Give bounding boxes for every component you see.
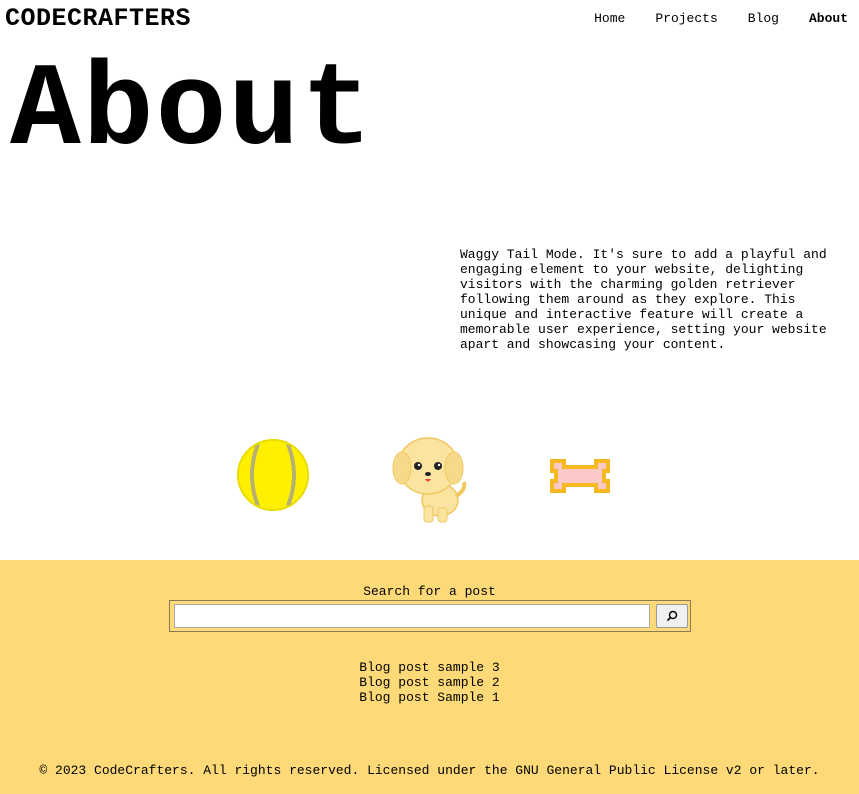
search-icon [666,610,678,622]
golden-retriever-puppy-icon[interactable] [392,434,468,526]
tennis-ball-icon[interactable] [236,438,310,512]
nav-about[interactable]: About [809,11,848,26]
site-brand[interactable]: CODECRAFTERS [5,4,191,33]
pets-row [0,430,859,530]
search-form [169,600,691,632]
post-link[interactable]: Blog post Sample 1 [0,690,859,705]
about-description: Waggy Tail Mode. It's sure to add a play… [460,247,827,352]
search-label: Search for a post [363,584,496,599]
nav-blog[interactable]: Blog [748,11,779,26]
search-button[interactable] [656,604,688,628]
site-header: CODECRAFTERS Home Projects Blog About [0,0,859,40]
post-link[interactable]: Blog post sample 3 [0,660,859,675]
site-footer: Search for a post Blog post sample 3 Blo… [0,560,859,794]
main-nav: Home Projects Blog About [564,11,848,26]
recent-posts-list: Blog post sample 3 Blog post sample 2 Bl… [0,660,859,705]
search-input[interactable] [174,604,650,628]
page-title: About [10,46,375,179]
nav-projects[interactable]: Projects [655,11,717,26]
nav-home[interactable]: Home [594,11,625,26]
post-link[interactable]: Blog post sample 2 [0,675,859,690]
dog-bone-icon[interactable] [546,455,614,497]
copyright-notice: © 2023 CodeCrafters. All rights reserved… [39,763,820,778]
